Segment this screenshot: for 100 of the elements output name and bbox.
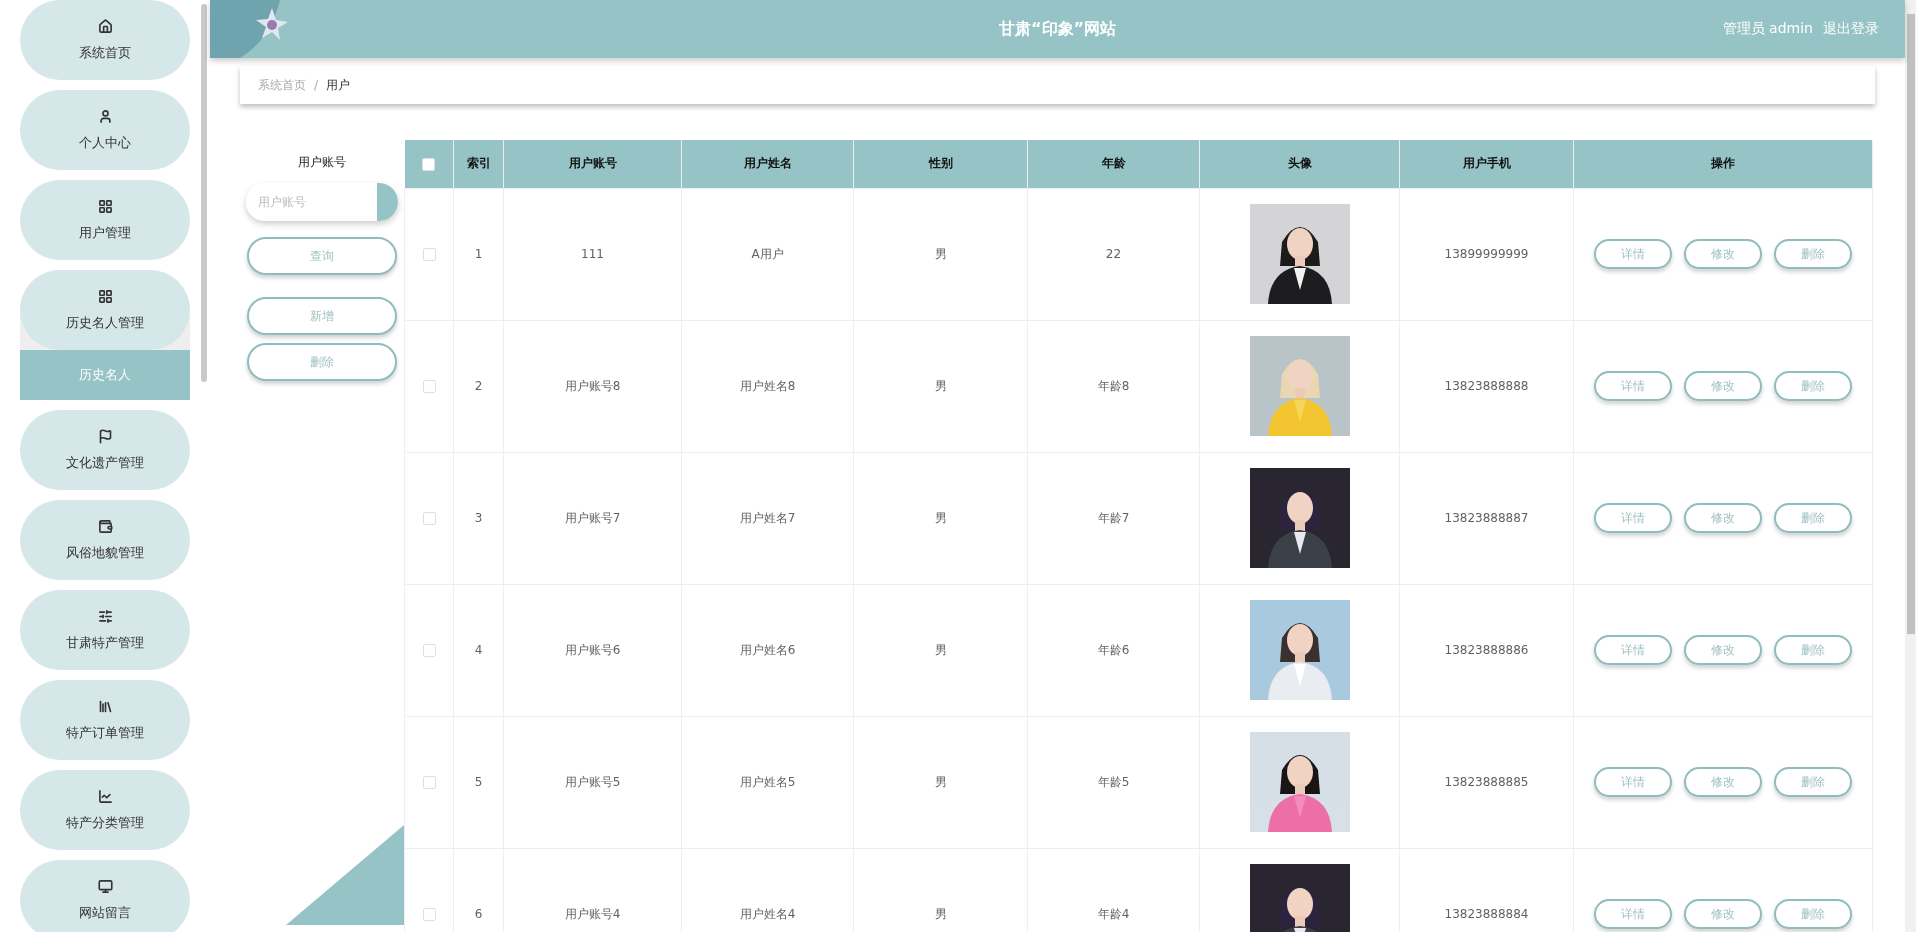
sidebar-item[interactable]: 特产订单管理 (20, 680, 190, 760)
table-cell: 13823888888 (1444, 379, 1529, 393)
row-action-button[interactable]: 修改 (1684, 767, 1762, 797)
table-cell: 年龄8 (1097, 378, 1130, 393)
table-cell: 22 (1105, 247, 1122, 261)
table-cell: 用户账号4 (564, 906, 621, 921)
admin-name: 管理员 admin (1722, 20, 1813, 38)
table-cell: 男 (934, 378, 947, 393)
row-checkbox[interactable] (422, 776, 436, 789)
column-header: 年龄 (1101, 156, 1126, 171)
sliders-icon (97, 608, 113, 624)
table-cell: 年龄6 (1097, 642, 1130, 657)
row-checkbox[interactable] (422, 248, 436, 261)
search-label: 用户账号 (298, 154, 346, 171)
column-header: 操作 (1711, 156, 1735, 171)
row-action-button[interactable]: 修改 (1684, 371, 1762, 401)
table-cell: 13823888887 (1444, 511, 1529, 525)
grid-icon (97, 198, 113, 214)
sidebar-item[interactable]: 文化遗产管理 (20, 410, 190, 490)
action-button[interactable]: 删除 (247, 343, 397, 381)
scrollbar[interactable] (1905, 0, 1916, 932)
table-cell: 年龄5 (1097, 774, 1130, 789)
sidebar-subitem[interactable]: 历史名人 (20, 350, 190, 400)
row-action-button[interactable]: 详情 (1594, 899, 1672, 929)
table-cell: 用户姓名6 (739, 642, 796, 657)
table-cell: 年龄4 (1097, 906, 1130, 921)
row-action-button[interactable]: 修改 (1684, 503, 1762, 533)
row-checkbox[interactable] (422, 512, 436, 525)
column-header: 头像 (1287, 156, 1312, 171)
table-cell: 用户姓名7 (739, 510, 796, 525)
monitor-icon (97, 878, 113, 894)
chart-icon (97, 788, 113, 804)
table-cell: A用户 (751, 246, 784, 261)
row-action-button[interactable]: 删除 (1774, 239, 1852, 269)
action-button[interactable]: 新增 (247, 297, 397, 335)
user-icon (97, 108, 113, 124)
column-header: 性别 (928, 156, 953, 171)
row-action-button[interactable]: 详情 (1594, 371, 1672, 401)
row-checkbox[interactable] (422, 644, 436, 657)
table-cell: 3 (474, 511, 483, 525)
row-action-button[interactable]: 删除 (1774, 635, 1852, 665)
row-action-button[interactable]: 详情 (1594, 635, 1672, 665)
search-field[interactable]: 用户账号 (246, 183, 398, 221)
table-cell: 用户姓名4 (739, 906, 796, 921)
flag-icon (97, 428, 113, 444)
row-action-button[interactable]: 详情 (1594, 239, 1672, 269)
table-cell: 男 (934, 510, 947, 525)
table-cell: 13823888885 (1444, 775, 1529, 789)
table-cell: 111 (581, 247, 604, 261)
row-action-button[interactable]: 删除 (1774, 371, 1852, 401)
table-cell: 2 (474, 379, 483, 393)
row-action-button[interactable]: 删除 (1774, 503, 1852, 533)
table-cell: 用户账号7 (564, 510, 621, 525)
row-action-button[interactable]: 修改 (1684, 899, 1762, 929)
table-cell: 用户姓名5 (739, 774, 796, 789)
sidebar-item[interactable]: 甘肃特产管理 (20, 590, 190, 670)
table-cell: 6 (474, 907, 483, 921)
scrollbar[interactable] (201, 4, 207, 382)
table-cell: 男 (934, 906, 947, 921)
row-action-button[interactable]: 详情 (1594, 767, 1672, 797)
books-icon (97, 698, 113, 714)
table-cell: 用户账号8 (564, 378, 621, 393)
select-all-checkbox[interactable] (422, 157, 436, 171)
sidebar-item[interactable]: 特产分类管理 (20, 770, 190, 850)
table-cell: 13823888886 (1444, 643, 1529, 657)
column-header: 用户账号 (568, 156, 617, 171)
column-header: 索引 (466, 156, 491, 171)
breadcrumb-item[interactable]: 系统首页 (258, 76, 306, 94)
breadcrumb-separator: / (314, 78, 319, 92)
grid-icon (97, 288, 113, 304)
table-cell: 年龄7 (1097, 510, 1130, 525)
table-cell: 用户账号6 (564, 642, 621, 657)
sidebar-item[interactable]: 风俗地貌管理 (20, 500, 190, 580)
table-cell: 男 (934, 642, 947, 657)
table-cell: 13899999999 (1444, 247, 1529, 261)
row-action-button[interactable]: 修改 (1684, 239, 1762, 269)
sidebar-item[interactable]: 用户管理 (20, 180, 190, 260)
row-checkbox[interactable] (422, 380, 436, 393)
table-cell: 用户姓名8 (739, 378, 796, 393)
row-action-button[interactable]: 删除 (1774, 899, 1852, 929)
column-header: 用户姓名 (743, 156, 792, 171)
row-action-button[interactable]: 删除 (1774, 767, 1852, 797)
table-cell: 男 (934, 774, 947, 789)
table-cell: 男 (934, 246, 947, 261)
sidebar-item[interactable]: 历史名人管理 (20, 270, 190, 350)
search-button[interactable]: 查询 (247, 237, 397, 275)
table-cell: 用户账号5 (564, 774, 621, 789)
row-checkbox[interactable] (422, 908, 436, 921)
row-action-button[interactable]: 详情 (1594, 503, 1672, 533)
sidebar-item[interactable]: 网站留言 (20, 860, 190, 932)
wallet-icon (97, 518, 113, 534)
column-header: 用户手机 (1462, 156, 1511, 171)
table-cell: 5 (474, 775, 483, 789)
logout-link[interactable]: 退出登录 (1823, 20, 1879, 38)
home-icon (97, 18, 113, 34)
row-action-button[interactable]: 修改 (1684, 635, 1762, 665)
table-cell: 4 (474, 643, 483, 657)
sidebar-item[interactable]: 个人中心 (20, 90, 190, 170)
table-cell: 1 (474, 247, 483, 261)
sidebar-item[interactable]: 系统首页 (20, 0, 190, 80)
